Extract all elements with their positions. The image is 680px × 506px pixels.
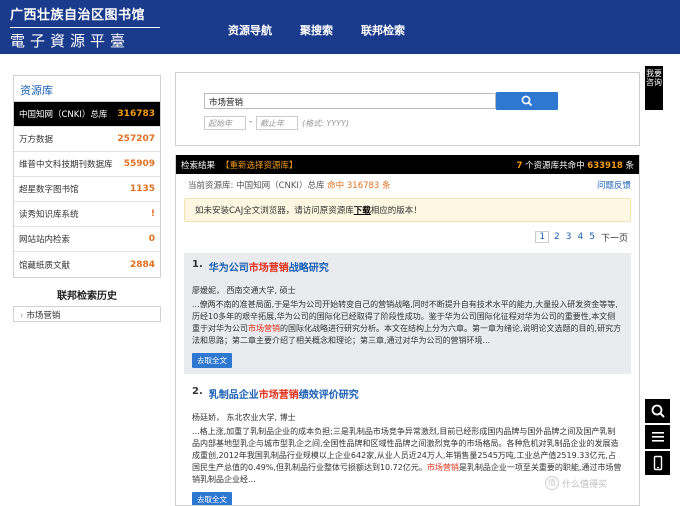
reselect-link[interactable]: 【重新选择资源库】 (221, 161, 298, 171)
download-link[interactable]: 下载 (354, 206, 371, 216)
logo-subtitle: 電子資源平臺 (10, 27, 160, 51)
sidebar-item-label: 超星数字图书馆 (19, 185, 79, 195)
result-index: 2. (192, 386, 203, 397)
sidebar-item-count: 1135 (129, 184, 155, 194)
sidebar-item-count: 55909 (123, 159, 155, 169)
sidebar-item-label: 读秀知识库系统 (19, 210, 79, 220)
page-3[interactable]: 3 (565, 232, 573, 242)
mobile-icon (653, 455, 662, 471)
sidebar-item-label: 维普中文科技期刊数据库 (19, 160, 113, 170)
title-highlight: 市场营销 (248, 263, 289, 274)
sidebar-item-label: 馆藏纸质文献 (19, 260, 71, 271)
sidebar-item-wanfang[interactable]: 万方数据 257207 (14, 127, 160, 152)
title-highlight: 市场营销 (258, 390, 299, 401)
get-fulltext-button[interactable]: 去取全文 (192, 492, 232, 505)
main-nav: 资源导航 聚搜索 联邦检索 (228, 22, 405, 38)
results-bar: 检索结果 【重新选择资源库】 7 个资源库共命中 633918 条 (176, 155, 639, 174)
result-title[interactable]: 2. 乳制品企业市场营销绩效评价研究 (192, 386, 623, 401)
date-format-hint: (格式: YYYY) (302, 119, 350, 128)
result-item: 1. 华为公司市场营销战略研究 廖媛妮， 西南交通大学, 硕士 ...僚两不南的… (184, 253, 631, 374)
search-button[interactable] (496, 92, 558, 110)
feedback-link[interactable]: 问题反馈 (597, 179, 631, 191)
results-label: 检索结果 (181, 160, 216, 171)
sidebar-item-count: 316783 (117, 109, 155, 119)
consult-tab[interactable]: 我要咨询 (645, 66, 663, 110)
sidebar-title: 资源库 (13, 75, 161, 101)
caj-notice: 如未安装CAJ全文浏览器，请访问原资源库下载相应的版本！ (184, 198, 631, 222)
sidebar-item-label: 中国知网（CNKI）总库 (19, 110, 108, 120)
hits-prefix: 命中 (327, 181, 345, 191)
top-header: 广西壮族自治区图书馆 電子資源平臺 资源导航 聚搜索 联邦检索 (0, 0, 680, 54)
page-2[interactable]: 2 (553, 232, 561, 242)
list-icon (651, 432, 664, 442)
result-abstract: ...僚两不南的准甚局面,于是华为公司开始转变自己的营销战略,同时不断提升自有技… (192, 299, 623, 347)
watermark: 值 什么值得买 (545, 476, 607, 490)
right-toolbar (645, 399, 670, 477)
sidebar-item-warning: ! (150, 209, 155, 219)
pagination: 1 2 3 4 5 下一页 (176, 227, 639, 247)
consult-label: 我要咨询 (646, 69, 662, 87)
search-icon (521, 95, 533, 107)
mobile-tool-button[interactable] (645, 451, 670, 475)
title-part: 乳制品企业 (208, 390, 259, 401)
title-part: 战略研究 (288, 263, 329, 274)
start-year-input[interactable]: 起始年 (204, 116, 246, 130)
date-separator: - (249, 117, 253, 127)
watermark-icon: 值 (545, 476, 559, 490)
result-title[interactable]: 1. 华为公司市场营销战略研究 (192, 259, 623, 274)
sidebar-item-vip[interactable]: 维普中文科技期刊数据库 55909 (14, 152, 160, 177)
watermark-text: 什么值得买 (562, 479, 608, 490)
sidebar-item-paper-collection[interactable]: 馆藏纸质文献 2884 (14, 252, 160, 277)
nav-federated-search[interactable]: 联邦检索 (361, 22, 405, 38)
sidebar-item-count: 0 (148, 234, 155, 244)
result-meta: 廖媛妮， 西南交通大学, 硕士 (192, 286, 296, 295)
notice-text-after: 相应的版本！ (370, 206, 422, 216)
sidebar-item-duxiu[interactable]: 读秀知识库系统 ! (14, 202, 160, 227)
notice-text-before: 如未安装CAJ全文浏览器，请访问原资源库 (195, 206, 354, 216)
result-meta: 杨廷娇， 东北农业大学, 博士 (192, 413, 296, 422)
history-title: 联邦检索历史 (57, 291, 117, 302)
library-count: 7 (516, 160, 523, 171)
library-logo[interactable]: 广西壮族自治区图书馆 電子資源平臺 (10, 2, 160, 52)
sidebar-item-label: 万方数据 (19, 135, 54, 145)
library-count-text: 个资源库共命中 (525, 160, 585, 171)
history-item[interactable]: 市场营销 (26, 311, 60, 321)
page-4[interactable]: 4 (577, 232, 585, 242)
sidebar-item-label: 网站站内检索 (19, 235, 71, 245)
total-hits: 633918 (587, 160, 623, 171)
title-part: 绩效评价研究 (298, 390, 359, 401)
nav-aggregate-search[interactable]: 聚搜索 (300, 22, 333, 38)
sidebar-item-count: 2884 (129, 259, 155, 270)
search-icon (651, 404, 665, 418)
sidebar-item-cnki[interactable]: 中国知网（CNKI）总库 316783 (14, 102, 160, 127)
history-list: › 市场营销 (13, 306, 161, 322)
hits-unit: 条 (382, 181, 391, 191)
chevron-right-icon: › (20, 311, 24, 321)
total-hits-unit: 条 (625, 160, 634, 171)
current-library-row: 当前资源库: 中国知网（CNKI）总库 命中 316783 条 问题反馈 (176, 174, 639, 196)
next-page-link[interactable]: 下一页 (600, 231, 629, 244)
search-panel: 市场营销 起始年 - 截止年 (格式: YYYY) (175, 72, 640, 146)
search-input[interactable]: 市场营销 (204, 93, 496, 109)
sidebar-item-count: 257207 (117, 134, 155, 144)
get-fulltext-button[interactable]: 去取全文 (192, 353, 232, 368)
end-year-input[interactable]: 截止年 (256, 116, 298, 130)
logo-title: 广西壮族自治区图书馆 (10, 8, 146, 23)
results-panel: 检索结果 【重新选择资源库】 7 个资源库共命中 633918 条 当前资源库: … (175, 155, 640, 506)
title-part: 华为公司 (208, 263, 249, 274)
current-library: 当前资源库: 中国知网（CNKI）总库 (188, 181, 325, 191)
search-tool-button[interactable] (645, 399, 670, 423)
nav-resource-navigation[interactable]: 资源导航 (228, 22, 272, 38)
abstract-highlight: 市场营销 (426, 463, 459, 472)
sidebar-item-chaoxing[interactable]: 超星数字图书馆 1135 (14, 177, 160, 202)
abstract-highlight: 市场营销 (248, 324, 280, 333)
sidebar-item-site-search[interactable]: 网站站内检索 0 (14, 227, 160, 252)
list-tool-button[interactable] (645, 425, 670, 449)
hits-count: 316783 (346, 181, 380, 191)
result-index: 1. (192, 259, 203, 270)
page-5[interactable]: 5 (588, 232, 596, 242)
resource-sidebar: 资源库 中国知网（CNKI）总库 316783 万方数据 257207 维普中文… (13, 75, 161, 322)
page-1[interactable]: 1 (535, 231, 550, 243)
resource-list: 中国知网（CNKI）总库 316783 万方数据 257207 维普中文科技期刊… (13, 101, 161, 278)
